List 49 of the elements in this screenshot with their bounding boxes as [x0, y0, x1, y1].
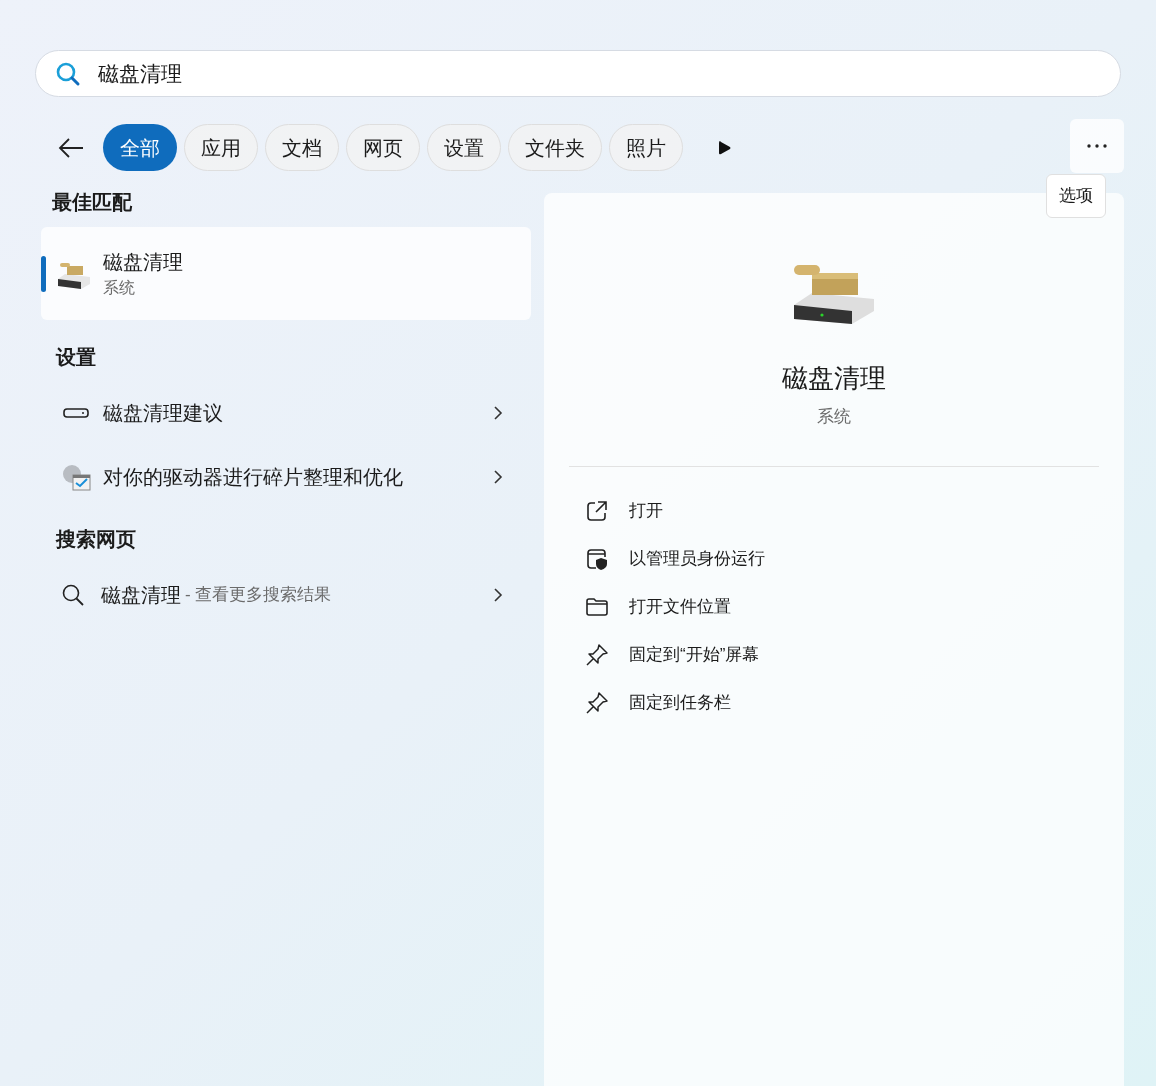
filter-tab[interactable]: 全部: [103, 124, 177, 171]
settings-label: 磁盘清理建议: [103, 401, 224, 426]
action-label: 打开文件位置: [629, 595, 731, 618]
play-icon: [717, 139, 731, 156]
chevron-right-icon: [493, 469, 503, 485]
more-icon: [1087, 143, 1107, 148]
action-label: 固定到任务栏: [629, 691, 731, 714]
action-label: 打开: [629, 499, 663, 522]
app-title: 磁盘清理: [782, 362, 886, 395]
settings-item[interactable]: 对你的驱动器进行碎片整理和优化: [41, 452, 531, 502]
tooltip: 选项: [1046, 174, 1106, 218]
action-label: 以管理员身份运行: [629, 547, 765, 570]
filter-tab[interactable]: 设置: [427, 124, 501, 171]
action-item[interactable]: 打开文件位置: [569, 582, 1099, 631]
pin-icon: [585, 642, 609, 667]
section-heading: 最佳匹配: [52, 190, 133, 215]
window-shield-icon: [586, 547, 608, 570]
search-hint: - 查看更多搜索结果: [185, 584, 332, 607]
filter-tab[interactable]: 网页: [346, 124, 420, 171]
filter-tab[interactable]: 文件夹: [508, 124, 602, 171]
action-item[interactable]: 固定到任务栏: [569, 678, 1099, 727]
web-search-item[interactable]: 磁盘清理 - 查看更多搜索结果: [41, 570, 531, 620]
section-heading: 设置: [56, 345, 97, 370]
best-match-item[interactable]: 磁盘清理 系统: [41, 227, 531, 320]
result-title: 磁盘清理: [103, 249, 183, 275]
filter-tab[interactable]: 照片: [609, 124, 683, 171]
settings-label: 对你的驱动器进行碎片整理和优化: [103, 465, 404, 490]
search-field[interactable]: 磁盘清理: [35, 50, 1121, 97]
search-icon: [55, 61, 81, 87]
external-link-icon: [586, 499, 608, 522]
filter-tab[interactable]: 应用: [184, 124, 258, 171]
action-item[interactable]: 固定到“开始”屏幕: [569, 630, 1099, 679]
search-query: 磁盘清理: [101, 583, 181, 608]
action-label: 固定到“开始”屏幕: [629, 643, 760, 666]
action-item[interactable]: 打开: [569, 486, 1099, 535]
chevron-right-icon: [493, 405, 503, 421]
drive-icon: [63, 408, 89, 418]
pin-icon: [585, 690, 609, 715]
result-type: 系统: [103, 277, 136, 298]
disk-cleanup-icon: [792, 263, 876, 325]
folder-icon: [585, 596, 609, 617]
action-item[interactable]: 以管理员身份运行: [569, 534, 1099, 583]
filter-tab[interactable]: 文档: [265, 124, 339, 171]
back-arrow-icon: [58, 136, 84, 159]
section-heading: 搜索网页: [56, 527, 137, 552]
app-type: 系统: [817, 406, 851, 428]
chevron-right-icon: [493, 587, 503, 603]
search-icon: [61, 583, 85, 607]
settings-item[interactable]: 磁盘清理建议: [41, 388, 531, 438]
